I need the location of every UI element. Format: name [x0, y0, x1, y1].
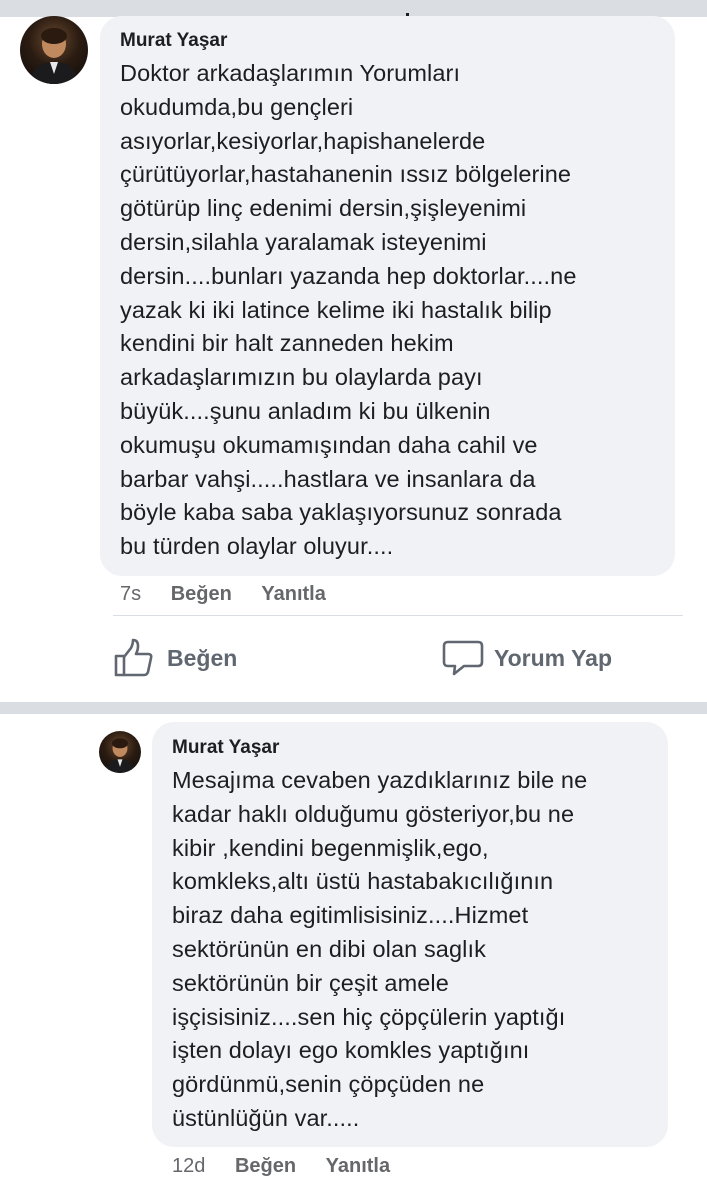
comment-author[interactable]: Murat Yaşar: [120, 30, 227, 52]
thumbs-up-icon: [114, 638, 153, 677]
avatar-photo: [105, 738, 135, 773]
comment-time[interactable]: 7s: [120, 583, 141, 605]
like-button[interactable]: Beğen: [113, 638, 237, 678]
comment-button-label: Yorum Yap: [494, 644, 613, 671]
comment-meta: 7s Beğen Yanıtla: [120, 583, 326, 606]
top-separator: [0, 0, 707, 17]
comment-reply-link[interactable]: Yanıtla: [261, 583, 325, 605]
action-divider: [113, 615, 683, 616]
avatar-photo: [30, 28, 78, 84]
comment-button[interactable]: Yorum Yap: [442, 638, 612, 678]
avatar[interactable]: [20, 16, 88, 84]
like-button-label: Beğen: [167, 644, 238, 671]
comment-like-link[interactable]: Beğen: [171, 583, 232, 605]
reply-like-link[interactable]: Beğen: [235, 1155, 296, 1177]
reply-reply-link[interactable]: Yanıtla: [326, 1155, 390, 1177]
reply-meta: 12d Beğen Yanıtla: [172, 1155, 390, 1178]
reply-author[interactable]: Murat Yaşar: [172, 737, 279, 759]
comment-bubble[interactable]: Murat Yaşar Doktor arkadaşlarımın Yoruml…: [100, 16, 675, 576]
reply-bubble[interactable]: Murat Yaşar Mesajıma cevaben yazdıkların…: [152, 722, 668, 1147]
speech-bubble-icon: [442, 640, 484, 676]
section-separator: [0, 702, 707, 714]
comment-text: Doktor arkadaşlarımın Yorumları okudumda…: [120, 60, 577, 560]
avatar[interactable]: [99, 731, 141, 773]
reply-time[interactable]: 12d: [172, 1155, 205, 1177]
reply-text: Mesajıma cevaben yazdıklarınız bile ne k…: [172, 767, 588, 1131]
